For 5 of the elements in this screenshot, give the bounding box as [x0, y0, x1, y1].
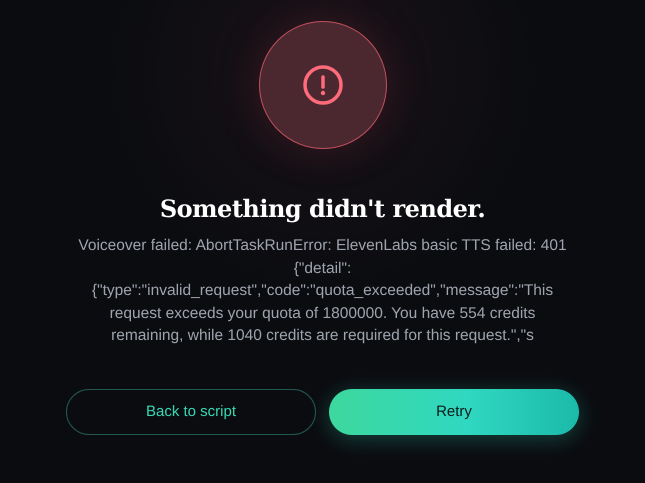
error-title: Something didn't render. — [160, 194, 486, 223]
retry-button[interactable]: Retry — [329, 388, 579, 434]
warning-icon — [302, 65, 342, 105]
error-message: Voiceover failed: AbortTaskRunError: ElevenLabs basic TTS failed: 401 {"detail": {"type":"invalid_request","code":"quota_exceeded","message":"This request exceeds your quota of 1800000. You have 554 credits remaining, while 1040 credits are required for this request.","s — [77, 236, 568, 346]
back-button[interactable]: Back to script — [66, 388, 316, 434]
